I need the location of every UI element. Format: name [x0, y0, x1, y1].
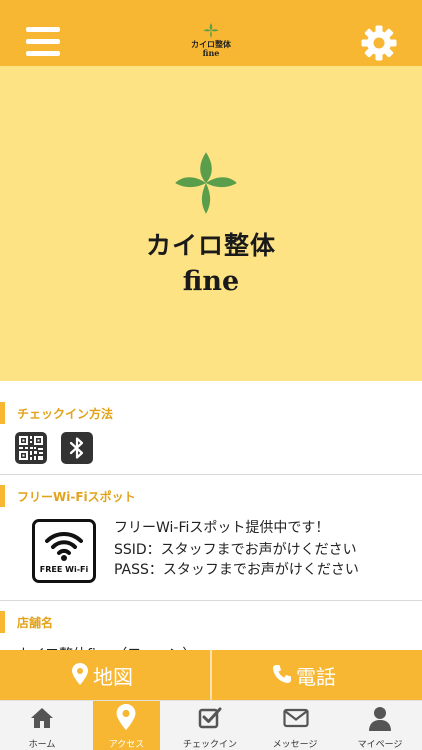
checkin-section-heading: チェックイン方法 [0, 402, 422, 424]
tab-checkin[interactable]: チェックイン [168, 701, 252, 750]
phone-button-label: 電話 [296, 665, 336, 689]
wifi-section-heading: フリーWi-Fiスポット [0, 485, 422, 507]
map-button[interactable]: 地図 [0, 650, 210, 700]
wifi-line: フリーWi-Fiスポット提供中です！ [114, 520, 330, 536]
tab-message[interactable]: メッセージ [253, 701, 337, 750]
shop-section-heading: 店舗名 [0, 611, 422, 633]
map-pin-icon [116, 704, 136, 730]
free-wifi-logo-text: FREE Wi-Fi [39, 565, 89, 574]
hero-title: カイロ整体 [145, 231, 276, 260]
gear-icon[interactable] [360, 24, 398, 62]
bottom-tab-bar: ホーム アクセス チェックイン メッセージ マイページ [0, 700, 422, 750]
tab-mypage[interactable]: マイページ [338, 701, 422, 750]
tab-label: チェックイン [182, 740, 237, 750]
leaf-logo-icon [175, 152, 237, 214]
header-logo-subtitle: fine [202, 48, 220, 58]
menu-icon[interactable] [26, 27, 60, 57]
checkin-icon [198, 707, 222, 729]
divider [0, 474, 422, 475]
hero-banner: カイロ整体 fine [0, 66, 422, 381]
tab-home[interactable]: ホーム [0, 701, 84, 750]
tab-label: ホーム [28, 740, 56, 750]
user-icon [369, 707, 391, 731]
envelope-icon [283, 708, 309, 728]
tab-label: アクセス [108, 740, 145, 750]
shop-heading-label: 店舗名 [17, 616, 54, 630]
action-bar: 地図 電話 [0, 650, 422, 700]
checkin-heading-label: チェックイン方法 [17, 407, 114, 421]
map-pin-icon [72, 663, 88, 685]
leaf-logo-icon [203, 23, 219, 38]
header-logo: カイロ整体 fine [181, 22, 241, 64]
map-button-label: 地図 [93, 665, 133, 689]
wifi-pass-line: PASS：スタッフまでお声がけください [114, 562, 359, 578]
tab-label: マイページ [357, 740, 403, 750]
qr-code-icon[interactable] [15, 432, 47, 464]
wifi-heading-label: フリーWi-Fiスポット [17, 490, 136, 504]
phone-icon [273, 665, 291, 683]
hero-subtitle: fine [182, 266, 240, 297]
wifi-ssid-line: SSID：スタッフまでお声がけください [114, 542, 357, 558]
tab-access[interactable]: アクセス [93, 701, 160, 750]
phone-button[interactable]: 電話 [212, 650, 422, 700]
free-wifi-logo: FREE Wi-Fi [32, 519, 96, 583]
app-header: カイロ整体 fine [0, 0, 422, 66]
tab-label: メッセージ [272, 740, 318, 750]
home-icon [31, 708, 53, 728]
wifi-icon [45, 531, 83, 561]
bluetooth-icon[interactable] [61, 432, 93, 464]
divider [0, 600, 422, 601]
